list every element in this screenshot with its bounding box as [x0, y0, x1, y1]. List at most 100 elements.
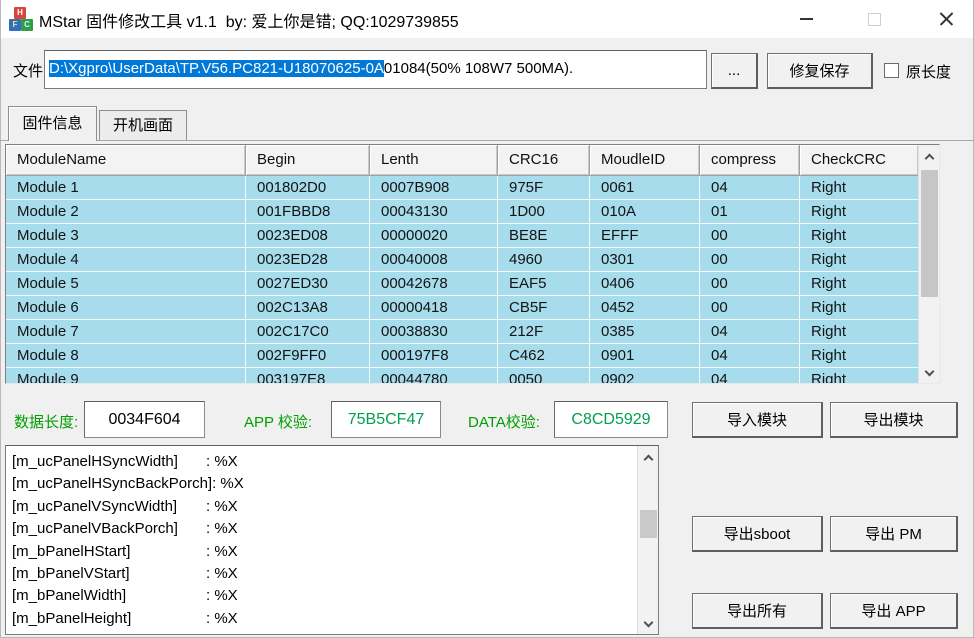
panel-log-textarea[interactable]: [m_ucPanelHSyncWidth]: %X [m_ucPanelHSyn… — [5, 445, 659, 635]
cell-compress: 00 — [700, 224, 800, 248]
cell-checkcrc: Right — [800, 368, 918, 383]
cell-begin: 001802D0 — [246, 176, 370, 200]
data-crc-label: DATA校验: — [468, 411, 540, 432]
col-header-moudleid[interactable]: MoudleID — [590, 145, 700, 176]
table-scrollbar-thumb[interactable] — [921, 170, 938, 297]
minimize-button[interactable] — [783, 0, 829, 38]
log-scrollbar[interactable] — [637, 446, 658, 634]
cell-lenth: 00038830 — [370, 320, 498, 344]
cell-begin: 0023ED08 — [246, 224, 370, 248]
cell-compress: 01 — [700, 200, 800, 224]
table-row[interactable]: Module 7002C17C000038830212F038504Right — [6, 320, 918, 344]
cell-modulename: Module 8 — [6, 344, 246, 368]
cell-checkcrc: Right — [800, 296, 918, 320]
col-header-lenth[interactable]: Lenth — [370, 145, 498, 176]
export-sboot-button[interactable]: 导出sboot — [692, 516, 823, 552]
close-button[interactable] — [923, 0, 969, 38]
cell-begin: 003197E8 — [246, 368, 370, 383]
maximize-button[interactable] — [851, 0, 897, 38]
cell-modulename: Module 7 — [6, 320, 246, 344]
table-row[interactable]: Module 1001802D00007B908975F006104Right — [6, 176, 918, 200]
cell-checkcrc: Right — [800, 344, 918, 368]
cell-modulename: Module 5 — [6, 272, 246, 296]
cell-compress: 00 — [700, 296, 800, 320]
cell-modulename: Module 2 — [6, 200, 246, 224]
close-icon — [938, 11, 955, 28]
table-row[interactable]: Module 9003197E8000447800050090204Right — [6, 368, 918, 383]
cell-modulename: Module 9 — [6, 368, 246, 383]
cell-compress: 04 — [700, 176, 800, 200]
log-line: [m_bPanelVStart]: %X — [12, 563, 632, 585]
scroll-down-arrow-icon[interactable] — [638, 612, 659, 634]
file-path-input[interactable]: D:\Xgpro\UserData\TP.V56.PC821-U18070625… — [44, 50, 707, 89]
col-header-begin[interactable]: Begin — [246, 145, 370, 176]
log-line: [m_ucPanelHSyncBackPorch]: %X — [12, 473, 632, 495]
table-row[interactable]: Module 40023ED28000400084960030100Right — [6, 248, 918, 272]
app-crc-label: APP 校验: — [244, 411, 312, 432]
data-crc-value: C8CD5929 — [554, 401, 668, 438]
cell-crc16: 212F — [498, 320, 590, 344]
browse-button[interactable]: ... — [711, 53, 758, 89]
scroll-up-arrow-icon[interactable] — [919, 145, 940, 167]
cell-compress: 04 — [700, 344, 800, 368]
original-length-label: 原长度 — [906, 61, 951, 82]
cell-moudleid: EFFF — [590, 224, 700, 248]
log-scrollbar-thumb[interactable] — [640, 510, 657, 538]
cell-compress: 04 — [700, 368, 800, 383]
table-row[interactable]: Module 30023ED0800000020BE8EEFFF00Right — [6, 224, 918, 248]
cell-compress: 04 — [700, 320, 800, 344]
cell-lenth: 00042678 — [370, 272, 498, 296]
col-header-modulename[interactable]: ModuleName — [6, 145, 246, 176]
cell-lenth: 00000020 — [370, 224, 498, 248]
cell-moudleid: 0385 — [590, 320, 700, 344]
tab-firmware-info[interactable]: 固件信息 — [8, 106, 97, 141]
original-length-checkbox[interactable] — [884, 63, 899, 78]
import-module-button[interactable]: 导入模块 — [692, 402, 823, 438]
cell-modulename: Module 1 — [6, 176, 246, 200]
maximize-icon — [868, 13, 881, 26]
table-row[interactable]: Module 8002F9FF0000197F8C462090104Right — [6, 344, 918, 368]
cell-crc16: C462 — [498, 344, 590, 368]
export-app-button[interactable]: 导出 APP — [830, 593, 958, 629]
export-pm-button[interactable]: 导出 PM — [830, 516, 958, 552]
cell-begin: 001FBBD8 — [246, 200, 370, 224]
table-scrollbar[interactable] — [918, 145, 939, 383]
file-path-rest-text: 01084(50% 108W7 500MA). — [384, 60, 573, 77]
cell-checkcrc: Right — [800, 248, 918, 272]
log-line: [m_ucPanelVBackPorch]: %X — [12, 518, 632, 540]
cell-lenth: 00040008 — [370, 248, 498, 272]
cell-compress: 00 — [700, 272, 800, 296]
cell-crc16: 0050 — [498, 368, 590, 383]
scroll-up-arrow-icon[interactable] — [638, 446, 659, 468]
table-row[interactable]: Module 50027ED3000042678EAF5040600Right — [6, 272, 918, 296]
repair-save-button[interactable]: 修复保存 — [767, 53, 873, 89]
col-header-crc16[interactable]: CRC16 — [498, 145, 590, 176]
log-lines: [m_ucPanelHSyncWidth]: %X [m_ucPanelHSyn… — [6, 446, 658, 630]
cell-checkcrc: Right — [800, 200, 918, 224]
app-crc-value: 75B5CF47 — [331, 401, 441, 438]
cell-crc16: 975F — [498, 176, 590, 200]
export-all-button[interactable]: 导出所有 — [692, 593, 823, 629]
col-header-compress[interactable]: compress — [700, 145, 800, 176]
module-table: ModuleName Begin Lenth CRC16 MoudleID co… — [5, 144, 940, 384]
table-row[interactable]: Module 2001FBBD8000431301D00010A01Right — [6, 200, 918, 224]
cell-crc16: CB5F — [498, 296, 590, 320]
scroll-down-arrow-icon[interactable] — [919, 361, 940, 383]
export-module-button[interactable]: 导出模块 — [830, 402, 958, 438]
cell-crc16: 1D00 — [498, 200, 590, 224]
table-body: Module 1001802D00007B908975F006104Right … — [6, 176, 918, 383]
cell-lenth: 00000418 — [370, 296, 498, 320]
cell-begin: 002F9FF0 — [246, 344, 370, 368]
table-row[interactable]: Module 6002C13A800000418CB5F045200Right — [6, 296, 918, 320]
col-header-checkcrc[interactable]: CheckCRC — [800, 145, 918, 176]
tab-boot-screen[interactable]: 开机画面 — [99, 110, 187, 141]
log-line: [m_bPanelHeight]: %X — [12, 608, 632, 630]
cell-moudleid: 010A — [590, 200, 700, 224]
cell-lenth: 00044780 — [370, 368, 498, 383]
cell-begin: 0023ED28 — [246, 248, 370, 272]
table-header-row: ModuleName Begin Lenth CRC16 MoudleID co… — [6, 145, 918, 176]
file-label: 文件 — [13, 60, 43, 81]
cell-moudleid: 0901 — [590, 344, 700, 368]
file-path-selected-text: D:\Xgpro\UserData\TP.V56.PC821-U18070625… — [49, 60, 384, 77]
cell-checkcrc: Right — [800, 272, 918, 296]
